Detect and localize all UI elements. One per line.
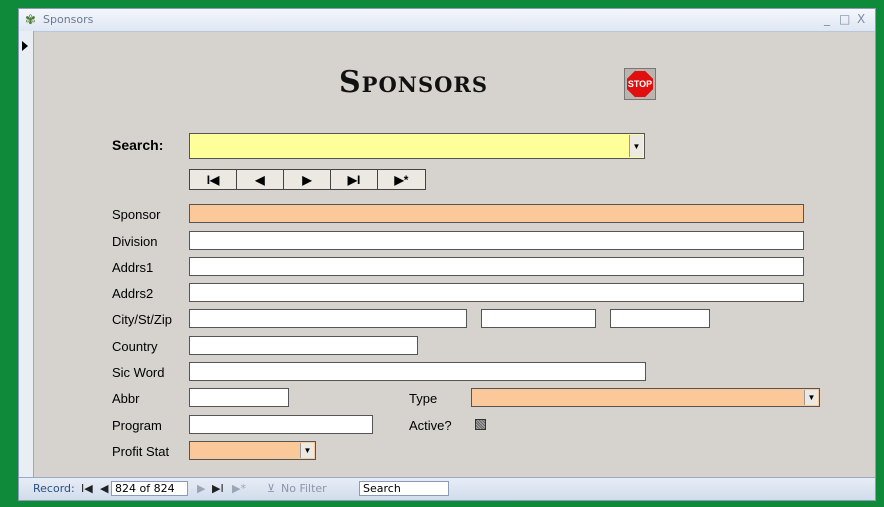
profit-stat-combobox[interactable]: ▼ xyxy=(189,441,316,460)
state-field[interactable] xyxy=(481,309,596,328)
last-record-icon[interactable]: ▶I xyxy=(212,482,224,495)
active-label: Active? xyxy=(409,418,452,433)
city-field[interactable] xyxy=(189,309,467,328)
current-record-icon xyxy=(22,41,28,51)
active-checkbox[interactable] xyxy=(475,419,486,430)
sic-word-label: Sic Word xyxy=(112,365,165,380)
addrs2-field[interactable] xyxy=(189,283,804,302)
addrs1-field[interactable] xyxy=(189,257,804,276)
record-status-bar: Record: I◀ ◀ 824 of 824 ▶ ▶I ▶* ⊻ No Fil… xyxy=(19,477,875,500)
form-heading: Sponsors xyxy=(339,65,489,100)
city-st-zip-label: City/St/Zip xyxy=(112,312,172,327)
zip-field[interactable] xyxy=(610,309,710,328)
close-button[interactable]: X xyxy=(857,12,865,26)
next-record-icon[interactable]: ▶ xyxy=(197,482,205,495)
abbr-label: Abbr xyxy=(112,391,140,406)
sponsor-label: Sponsor xyxy=(112,207,161,222)
sic-word-field[interactable] xyxy=(189,362,646,381)
previous-record-icon[interactable]: ◀ xyxy=(100,482,108,495)
division-field[interactable] xyxy=(189,231,804,250)
stop-icon: STOP xyxy=(627,71,653,97)
abbr-field[interactable] xyxy=(189,388,289,407)
type-label: Type xyxy=(409,391,438,406)
last-record-button[interactable]: ▶I xyxy=(331,170,378,189)
addrs2-label: Addrs2 xyxy=(112,286,154,301)
no-filter-label[interactable]: No Filter xyxy=(281,482,327,495)
record-selector[interactable] xyxy=(19,31,34,477)
record-label: Record: xyxy=(33,482,75,495)
record-position-field[interactable]: 824 of 824 xyxy=(111,481,188,496)
next-record-button[interactable]: ▶ xyxy=(284,170,331,189)
chevron-down-icon[interactable]: ▼ xyxy=(629,135,643,157)
chevron-down-icon[interactable]: ▼ xyxy=(300,443,314,458)
country-label: Country xyxy=(112,339,158,354)
maximize-button[interactable]: □ xyxy=(839,12,850,26)
form-icon: ✾ xyxy=(25,12,36,27)
addrs1-label: Addrs1 xyxy=(112,260,154,275)
form-window: ✾ Sponsors _ □ X Sponsors STOP Search: ▼… xyxy=(18,8,876,501)
new-record-icon[interactable]: ▶* xyxy=(232,482,246,495)
sponsor-field[interactable] xyxy=(189,204,804,223)
record-navigation: I◀ ◀ ▶ ▶I ▶* xyxy=(189,169,426,190)
status-search-input[interactable]: Search xyxy=(359,481,449,496)
type-combobox[interactable]: ▼ xyxy=(471,388,820,407)
profit-stat-label: Profit Stat xyxy=(112,444,170,459)
chevron-down-icon[interactable]: ▼ xyxy=(804,390,818,405)
minimize-button[interactable]: _ xyxy=(824,12,830,26)
window-title: Sponsors xyxy=(43,13,94,26)
first-record-icon[interactable]: I◀ xyxy=(81,482,93,495)
filter-icon[interactable]: ⊻ xyxy=(267,482,275,495)
search-label: Search: xyxy=(112,137,164,153)
program-field[interactable] xyxy=(189,415,373,434)
new-record-button[interactable]: ▶* xyxy=(378,170,425,189)
title-bar[interactable]: ✾ Sponsors _ □ X xyxy=(19,9,875,32)
first-record-button[interactable]: I◀ xyxy=(190,170,237,189)
previous-record-button[interactable]: ◀ xyxy=(237,170,284,189)
stop-button[interactable]: STOP xyxy=(624,68,656,100)
division-label: Division xyxy=(112,234,158,249)
country-field[interactable] xyxy=(189,336,418,355)
program-label: Program xyxy=(112,418,162,433)
search-combobox[interactable]: ▼ xyxy=(189,133,645,159)
